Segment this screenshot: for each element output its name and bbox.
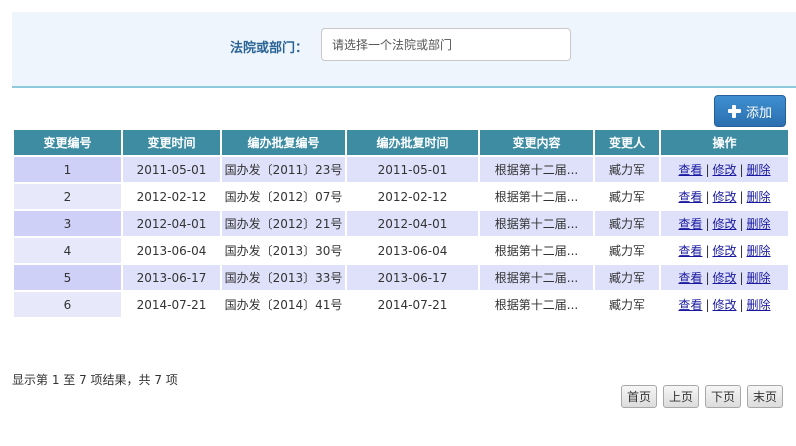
action-separator: | [705,271,710,285]
cell-person: 臧力军 [595,238,659,263]
table-row: 1 2011-05-01 国办发〔2011〕23号 2011-05-01 根据第十二届.… [14,157,788,182]
table-row: 2 2012-02-12 国办发〔2012〕07号 2012-02-12 根据第十二届.… [14,184,788,209]
cell-doc-no: 国办发〔2012〕07号 [222,184,345,209]
cell-change-date: 2012-04-01 [123,211,220,236]
column-header[interactable]: 变更编号 [14,130,121,155]
table-row: 3 2012-04-01 国办发〔2012〕21号 2012-04-01 根据第十二届.… [14,211,788,236]
action-separator: | [705,217,710,231]
action-separator: | [739,271,744,285]
prev-page-button[interactable]: 上页 [663,385,699,408]
cell-change-date: 2013-06-04 [123,238,220,263]
filter-panel: 法院或部门： [12,12,796,88]
row-actions: 查看 | 修改 | 删除 [661,292,788,317]
cell-change-date: 2014-07-21 [123,292,220,317]
row-actions: 查看 | 修改 | 删除 [661,157,788,182]
row-actions: 查看 | 修改 | 删除 [661,238,788,263]
action-separator: | [705,298,710,312]
action-separator: | [739,298,744,312]
action-separator: | [705,190,710,204]
row-number: 2 [14,184,121,209]
row-number: 1 [14,157,121,182]
view-link[interactable]: 查看 [678,163,702,177]
cell-content: 根据第十二届... [480,157,593,182]
delete-link[interactable]: 删除 [747,217,771,231]
last-page-button[interactable]: 末页 [747,385,783,408]
cell-approve-date: 2014-07-21 [347,292,478,317]
action-separator: | [739,217,744,231]
cell-content: 根据第十二届... [480,265,593,290]
column-header[interactable]: 编办批复时间 [347,130,478,155]
cell-approve-date: 2012-02-12 [347,184,478,209]
action-separator: | [705,163,710,177]
cell-doc-no: 国办发〔2014〕41号 [222,292,345,317]
cell-approve-date: 2012-04-01 [347,211,478,236]
filter-label: 法院或部门： [230,41,309,56]
delete-link[interactable]: 删除 [747,298,771,312]
row-actions: 查看 | 修改 | 删除 [661,265,788,290]
action-separator: | [739,190,744,204]
view-link[interactable]: 查看 [678,244,702,258]
plus-icon [727,104,741,118]
view-link[interactable]: 查看 [678,298,702,312]
row-actions: 查看 | 修改 | 删除 [661,184,788,209]
edit-link[interactable]: 修改 [712,217,736,231]
column-header[interactable]: 变更内容 [480,130,593,155]
cell-approve-date: 2013-06-04 [347,238,478,263]
cell-change-date: 2013-06-17 [123,265,220,290]
cell-content: 根据第十二届... [480,184,593,209]
cell-content: 根据第十二届... [480,292,593,317]
cell-person: 臧力军 [595,211,659,236]
edit-link[interactable]: 修改 [712,244,736,258]
column-header[interactable]: 变更人 [595,130,659,155]
row-number: 3 [14,211,121,236]
cell-change-date: 2011-05-01 [123,157,220,182]
action-separator: | [739,244,744,258]
add-button-label: 添加 [745,105,772,121]
table-row: 6 2014-07-21 国办发〔2014〕41号 2014-07-21 根据第十二届.… [14,292,788,317]
cell-content: 根据第十二届... [480,211,593,236]
cell-doc-no: 国办发〔2013〕30号 [222,238,345,263]
view-link[interactable]: 查看 [678,217,702,231]
cell-change-date: 2012-02-12 [123,184,220,209]
edit-link[interactable]: 修改 [712,190,736,204]
column-header: 操作 [661,130,788,155]
action-separator: | [705,244,710,258]
first-page-button[interactable]: 首页 [621,385,657,408]
cell-doc-no: 国办发〔2012〕21号 [222,211,345,236]
row-number: 5 [14,265,121,290]
cell-person: 臧力军 [595,157,659,182]
cell-approve-date: 2011-05-01 [347,157,478,182]
row-number: 4 [14,238,121,263]
column-header[interactable]: 变更时间 [123,130,220,155]
edit-link[interactable]: 修改 [712,271,736,285]
cell-person: 臧力军 [595,292,659,317]
cell-person: 臧力军 [595,184,659,209]
delete-link[interactable]: 删除 [747,244,771,258]
next-page-button[interactable]: 下页 [705,385,741,408]
view-link[interactable]: 查看 [678,271,702,285]
cell-doc-no: 国办发〔2011〕23号 [222,157,345,182]
row-number: 6 [14,292,121,317]
view-link[interactable]: 查看 [678,190,702,204]
cell-content: 根据第十二届... [480,238,593,263]
delete-link[interactable]: 删除 [747,163,771,177]
action-separator: | [739,163,744,177]
delete-link[interactable]: 删除 [747,190,771,204]
add-button[interactable]: 添加 [714,95,786,127]
table-row: 5 2013-06-17 国办发〔2013〕33号 2013-06-17 根据第十二届.… [14,265,788,290]
table-row: 4 2013-06-04 国办发〔2013〕30号 2013-06-04 根据第十二届.… [14,238,788,263]
table-header-row: 变更编号 变更时间 编办批复编号 编办批复时间 变更内容 变更人 操作 [14,130,788,155]
delete-link[interactable]: 删除 [747,271,771,285]
edit-link[interactable]: 修改 [712,163,736,177]
cell-doc-no: 国办发〔2013〕33号 [222,265,345,290]
cell-approve-date: 2013-06-17 [347,265,478,290]
cell-person: 臧力军 [595,265,659,290]
court-department-input[interactable] [321,28,571,61]
result-summary: 显示第 1 至 7 项结果，共 7 项 [12,373,178,387]
edit-link[interactable]: 修改 [712,298,736,312]
change-records-table: 变更编号 变更时间 编办批复编号 编办批复时间 变更内容 变更人 操作 1 201… [12,128,790,319]
column-header[interactable]: 编办批复编号 [222,130,345,155]
row-actions: 查看 | 修改 | 删除 [661,211,788,236]
